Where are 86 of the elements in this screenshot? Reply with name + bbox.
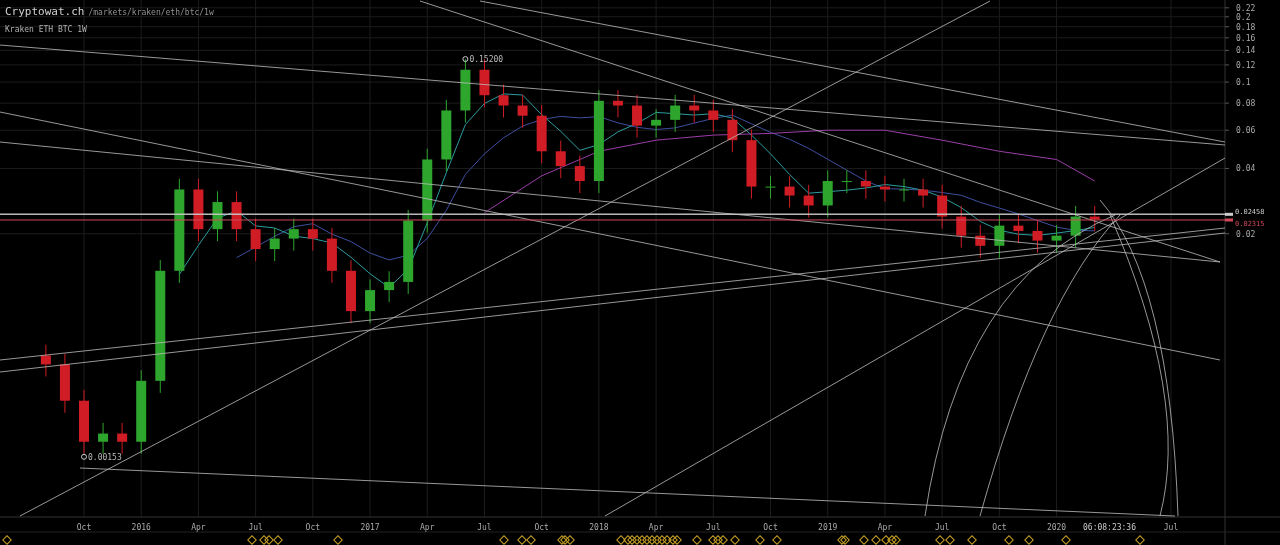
candlestick <box>212 190 223 242</box>
x-axis-label: Apr <box>191 523 206 532</box>
chart-subtitle: Kraken ETH BTC 1W <box>5 23 88 36</box>
x-axis-label: Jul <box>934 523 950 532</box>
candlestick <box>231 190 242 242</box>
candlestick <box>79 389 89 455</box>
x-axis-label: 2018 <box>589 523 609 532</box>
candlestick <box>899 178 909 202</box>
point-marker-icon <box>81 453 87 460</box>
x-axis-label: 2019 <box>818 523 838 532</box>
x-axis-label: Apr <box>877 523 893 532</box>
candlestick <box>860 169 871 200</box>
candlestick <box>365 278 376 324</box>
candlestick <box>1032 219 1043 254</box>
x-axis-label: Oct <box>305 523 321 532</box>
x-axis-label: Jul <box>706 523 721 532</box>
x-axis-label: Apr <box>420 523 435 532</box>
y-axis-label: 0.02 <box>1236 229 1256 239</box>
candlestick <box>1070 205 1081 249</box>
candlestick <box>346 259 356 324</box>
price-annotation: 0.15200 <box>469 55 504 65</box>
candlestick <box>250 218 261 262</box>
candlestick <box>937 184 948 230</box>
candlestick <box>59 353 70 414</box>
candlestick <box>689 94 700 123</box>
candlestick <box>40 344 51 377</box>
candlestick <box>746 129 757 200</box>
x-axis-label: 2016 <box>131 523 151 532</box>
y-axis-label: 0.18 <box>1236 22 1256 32</box>
candlestick <box>98 422 109 455</box>
candlestick <box>918 178 929 209</box>
candlestick <box>384 270 395 303</box>
candlestick <box>1013 214 1024 244</box>
candlestick <box>765 175 776 200</box>
candlestick <box>460 58 471 123</box>
candlestick <box>307 218 318 252</box>
x-axis-label: Oct <box>992 523 1007 532</box>
candlestick <box>326 227 337 284</box>
y-axis-label: 0.22 <box>1236 3 1256 13</box>
y-axis-label: 0.16 <box>1236 33 1256 43</box>
candlestick <box>517 94 528 129</box>
candlestick <box>708 99 719 133</box>
y-axis-label: 0.08 <box>1236 99 1256 109</box>
market-path: /markets/kraken/eth/btc/1w <box>88 7 214 19</box>
candlestick <box>498 84 509 119</box>
candlestick <box>288 218 299 252</box>
candlestick <box>1051 224 1062 254</box>
candlestick <box>841 169 852 194</box>
candlestick <box>975 224 986 259</box>
price-annotation: 0.00153 <box>88 452 122 462</box>
candlestick <box>784 175 795 209</box>
candlestick <box>727 108 738 153</box>
x-axis-label: Oct <box>76 523 92 532</box>
x-axis-label: Jul <box>1163 523 1179 532</box>
site-title: Cryptowat.ch <box>5 4 85 20</box>
candlestick <box>956 205 967 249</box>
candlestick <box>612 89 623 119</box>
candlestick <box>803 184 814 219</box>
candlestick <box>822 169 833 219</box>
x-axis-label: Oct <box>763 523 778 532</box>
point-marker-icon <box>462 56 469 63</box>
candlestick <box>879 175 890 202</box>
candle-countdown: 06:08:23:36 <box>1083 523 1136 532</box>
candlestick <box>269 227 280 262</box>
x-axis-label: Apr <box>648 523 664 532</box>
candlestick <box>555 140 566 179</box>
candlestick <box>670 94 681 133</box>
y-axis-label: 0.12 <box>1236 60 1256 70</box>
candlestick <box>536 104 547 164</box>
x-axis-label: 2017 <box>360 523 380 532</box>
candlestick <box>632 94 643 139</box>
x-axis-label: Oct <box>534 523 549 532</box>
candlestick <box>117 422 128 455</box>
candlestick <box>1089 205 1100 232</box>
x-axis-label: Jul <box>477 523 492 532</box>
y-axis-label: 0.14 <box>1236 46 1256 56</box>
candlestick <box>193 178 204 242</box>
x-axis-label: 2020 <box>1046 523 1067 532</box>
y-axis-label: 0.1 <box>1236 78 1251 88</box>
y-axis-label: 0.04 <box>1236 164 1256 174</box>
y-axis-label: 0.2 <box>1236 12 1251 22</box>
y-axis-label: 0.06 <box>1236 126 1256 136</box>
candlestick <box>574 154 585 194</box>
x-axis-label: Jul <box>248 523 263 532</box>
candlestick <box>651 108 662 139</box>
candlestick <box>994 214 1005 259</box>
